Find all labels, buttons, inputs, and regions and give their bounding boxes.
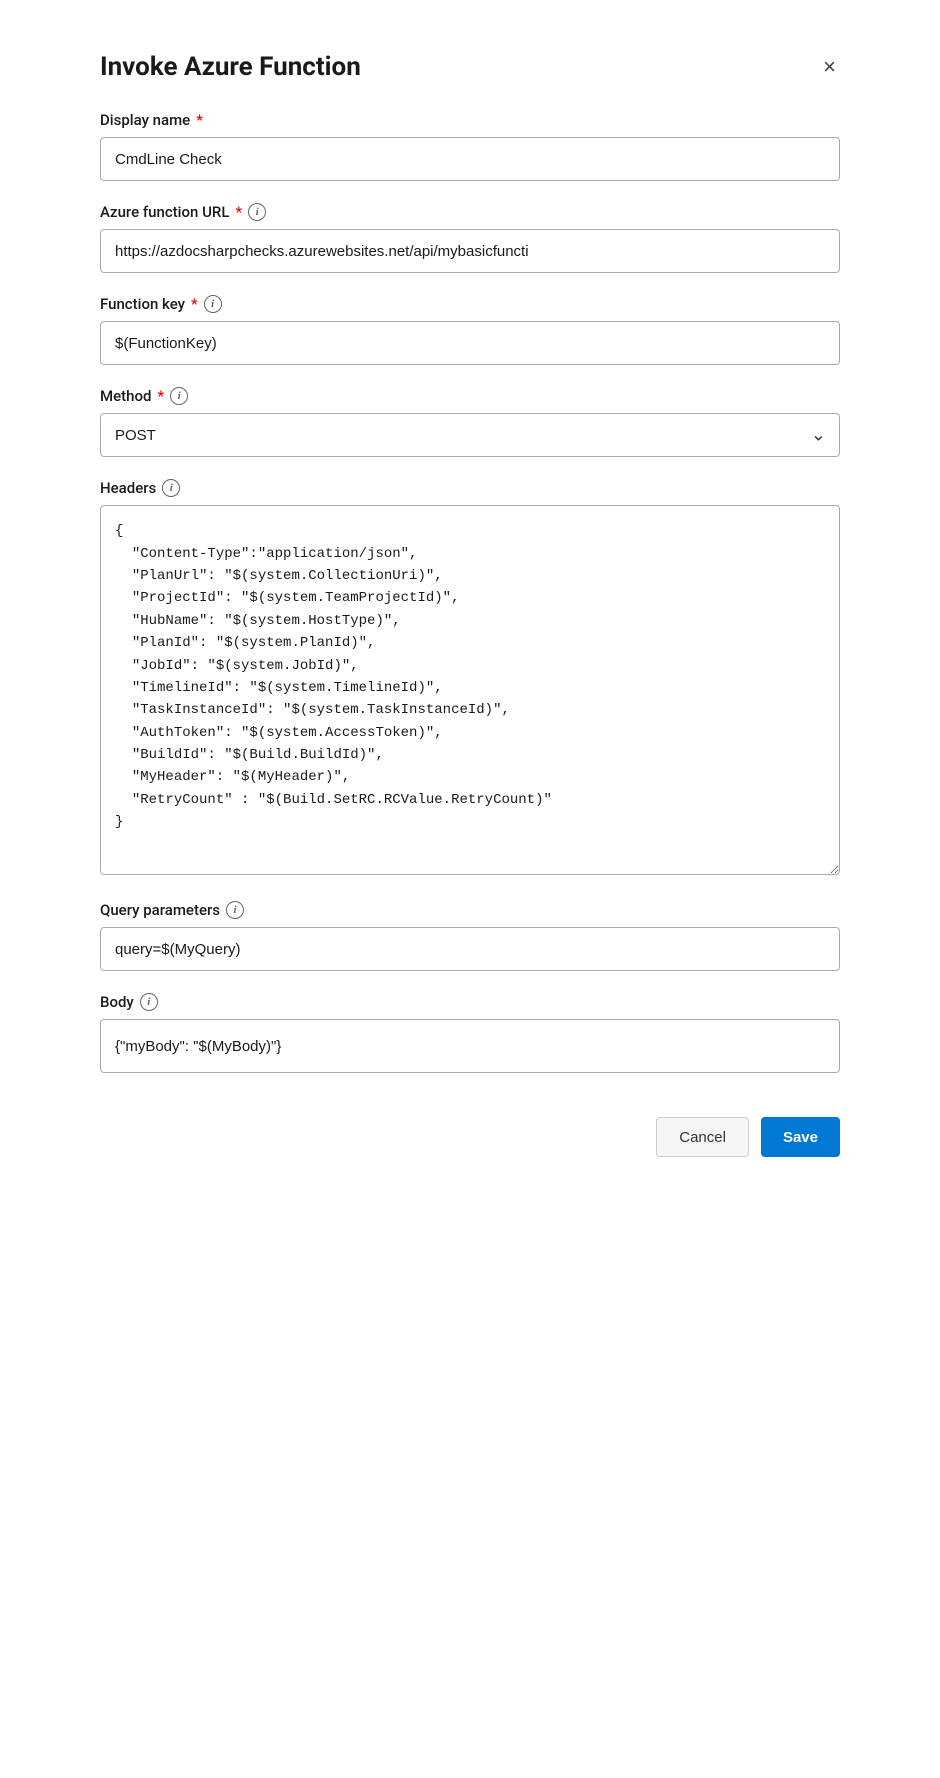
headers-info-icon[interactable]: i (162, 479, 180, 497)
body-label-text: Body (100, 993, 134, 1011)
method-select[interactable]: POST GET PUT DELETE PATCH (100, 413, 840, 457)
display-name-label: Display name * (100, 111, 840, 129)
azure-function-url-info-icon[interactable]: i (248, 203, 266, 221)
dialog-header: Invoke Azure Function × (100, 52, 840, 83)
azure-function-url-input[interactable] (100, 229, 840, 273)
dialog-footer: Cancel Save (100, 1101, 840, 1157)
method-group: Method * i POST GET PUT DELETE PATCH ⌄ (100, 387, 840, 457)
display-name-group: Display name * (100, 111, 840, 181)
method-info-icon[interactable]: i (170, 387, 188, 405)
method-select-wrapper: POST GET PUT DELETE PATCH ⌄ (100, 413, 840, 457)
body-input[interactable] (100, 1019, 840, 1073)
function-key-info-icon[interactable]: i (204, 295, 222, 313)
function-key-input[interactable] (100, 321, 840, 365)
azure-function-url-group: Azure function URL * i (100, 203, 840, 273)
display-name-required: * (196, 111, 203, 129)
method-required: * (157, 387, 164, 405)
body-info-icon[interactable]: i (140, 993, 158, 1011)
function-key-label: Function key * i (100, 295, 840, 313)
query-parameters-label: Query parameters i (100, 901, 840, 919)
headers-label-text: Headers (100, 479, 156, 497)
function-key-required: * (191, 295, 198, 313)
cancel-button[interactable]: Cancel (656, 1117, 749, 1157)
method-label: Method * i (100, 387, 840, 405)
azure-function-url-label-text: Azure function URL (100, 203, 229, 221)
close-button[interactable]: × (819, 52, 840, 82)
function-key-group: Function key * i (100, 295, 840, 365)
function-key-label-text: Function key (100, 295, 185, 313)
query-parameters-info-icon[interactable]: i (226, 901, 244, 919)
headers-group: Headers i { "Content-Type":"application/… (100, 479, 840, 879)
dialog-title: Invoke Azure Function (100, 52, 361, 83)
display-name-input[interactable] (100, 137, 840, 181)
azure-function-url-label: Azure function URL * i (100, 203, 840, 221)
headers-label: Headers i (100, 479, 840, 497)
body-group: Body i (100, 993, 840, 1073)
azure-function-url-required: * (235, 203, 242, 221)
method-label-text: Method (100, 387, 151, 405)
headers-textarea[interactable]: { "Content-Type":"application/json", "Pl… (100, 505, 840, 875)
save-button[interactable]: Save (761, 1117, 840, 1157)
invoke-azure-function-dialog: Invoke Azure Function × Display name * A… (60, 20, 880, 1189)
query-parameters-group: Query parameters i (100, 901, 840, 971)
query-parameters-input[interactable] (100, 927, 840, 971)
display-name-label-text: Display name (100, 111, 190, 129)
body-label: Body i (100, 993, 840, 1011)
query-parameters-label-text: Query parameters (100, 901, 220, 919)
